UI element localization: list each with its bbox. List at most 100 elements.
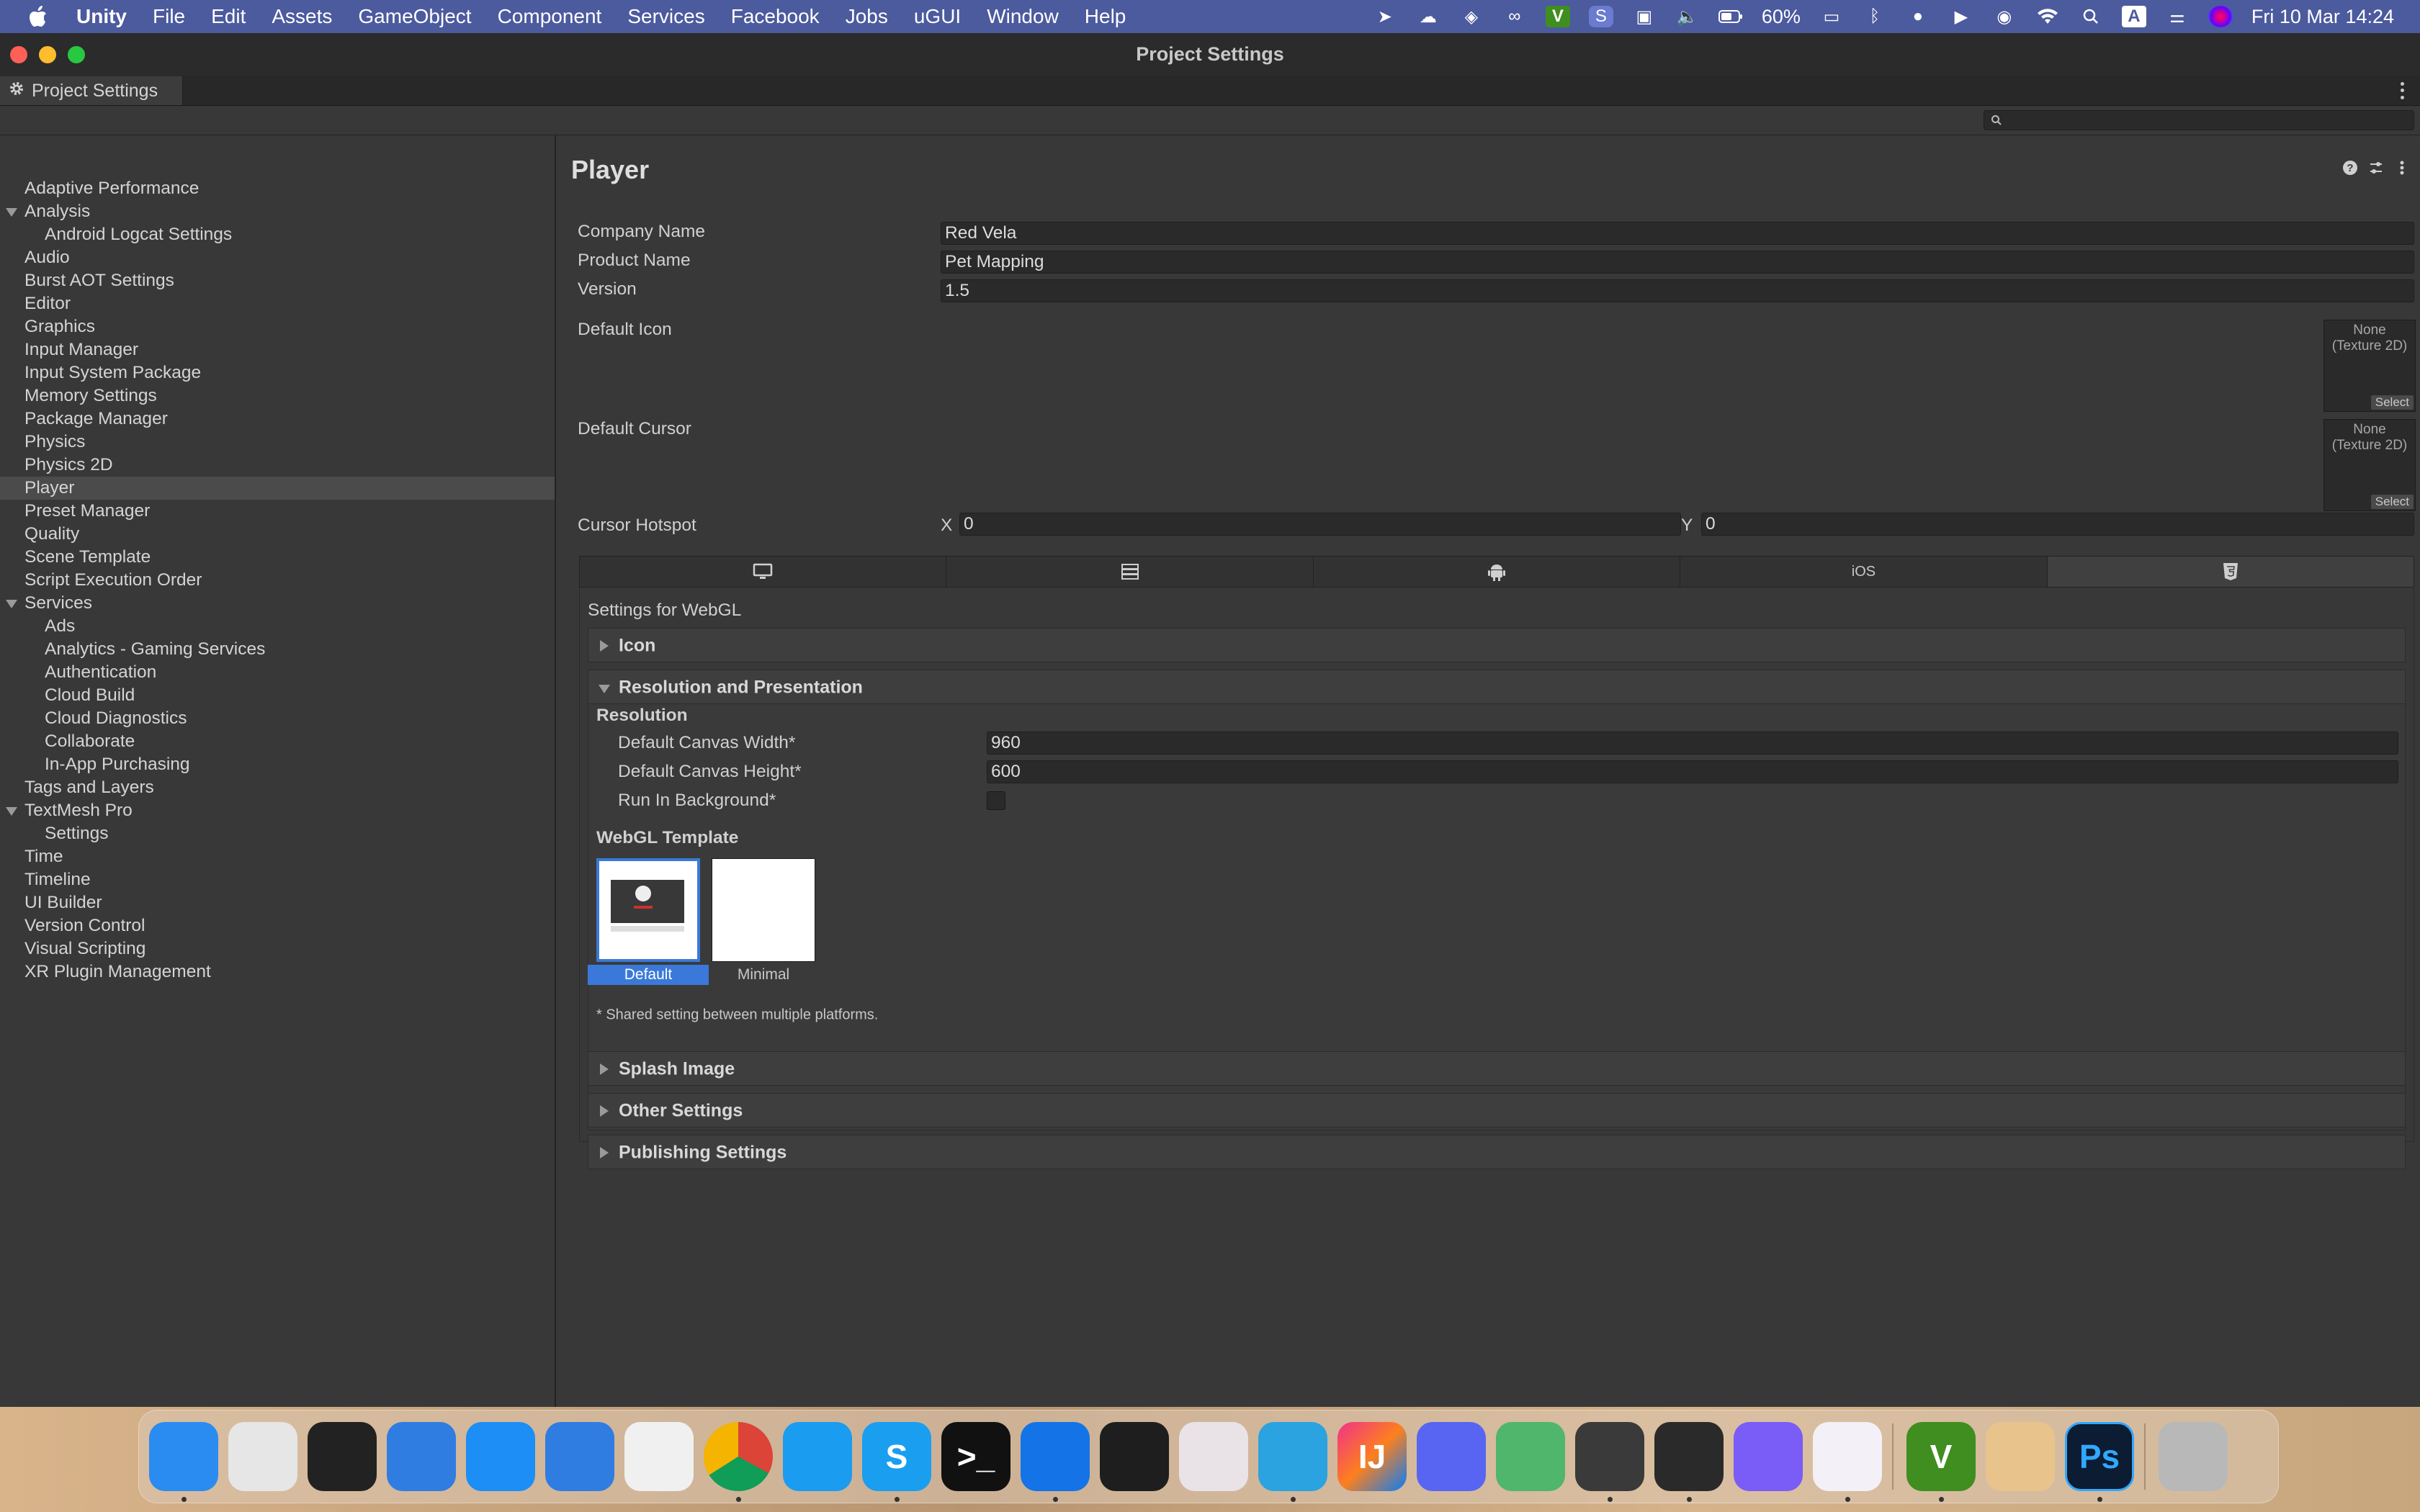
sidebar-item-input-manager[interactable]: Input Manager: [0, 338, 555, 361]
sidebar-item-editor[interactable]: Editor: [0, 292, 555, 315]
sidebar-item-collaborate[interactable]: Collaborate: [0, 730, 555, 753]
sidebar-item-version-control[interactable]: Version Control: [0, 914, 555, 937]
dock-telegram-icon[interactable]: [1258, 1422, 1327, 1491]
canvas-width-field[interactable]: [987, 732, 2398, 755]
settings-search-input[interactable]: [1984, 110, 2414, 130]
dock-trash-icon[interactable]: [2159, 1422, 2228, 1491]
sidebar-item-audio[interactable]: Audio: [0, 246, 555, 269]
menu-edit[interactable]: Edit: [211, 5, 246, 28]
dock-xcode-beta-icon[interactable]: [545, 1422, 614, 1491]
menu-services[interactable]: Services: [627, 5, 704, 28]
sidebar-item-adaptive-performance[interactable]: Adaptive Performance: [0, 177, 555, 200]
menu-file[interactable]: File: [153, 5, 185, 28]
dock-mission-control-icon[interactable]: [308, 1422, 377, 1491]
tab-android[interactable]: [1314, 557, 1681, 587]
template-default-thumbnail[interactable]: [596, 858, 700, 962]
publishing-settings-foldout[interactable]: Publishing Settings: [588, 1135, 2406, 1169]
sidebar-item-cloud-build[interactable]: Cloud Build: [0, 684, 555, 707]
sidebar-item-time[interactable]: Time: [0, 845, 555, 868]
tab-dedicated-server[interactable]: [946, 557, 1314, 587]
tab-ios[interactable]: iOS: [1680, 557, 2048, 587]
sidebar-item-authentication[interactable]: Authentication: [0, 661, 555, 684]
sidebar-item-scene-template[interactable]: Scene Template: [0, 546, 555, 569]
dock-unity-icon[interactable]: [1654, 1422, 1724, 1491]
apple-menu-icon[interactable]: [26, 6, 50, 27]
menu-assets[interactable]: Assets: [272, 5, 332, 28]
user-icon[interactable]: ●: [1906, 6, 1930, 27]
other-settings-foldout[interactable]: Other Settings: [588, 1093, 2406, 1128]
product-name-field[interactable]: [941, 251, 2414, 274]
dock-discord-icon[interactable]: [1417, 1422, 1486, 1491]
sidebar-item-android-logcat-settings[interactable]: Android Logcat Settings: [0, 223, 555, 246]
sidebar-item-memory-settings[interactable]: Memory Settings: [0, 384, 555, 408]
dock-terminal-icon[interactable]: >_: [941, 1422, 1010, 1491]
sidebar-item-xr-plugin-management[interactable]: XR Plugin Management: [0, 960, 555, 984]
sidebar-item-input-system-package[interactable]: Input System Package: [0, 361, 555, 384]
dock-xcode-icon[interactable]: [387, 1422, 456, 1491]
sidebar-item-textmesh-settings[interactable]: Settings: [0, 822, 555, 845]
run-in-background-checkbox[interactable]: [987, 791, 1005, 810]
dock-messenger-icon[interactable]: [1734, 1422, 1803, 1491]
dock-intellij-icon[interactable]: IJ: [1337, 1422, 1407, 1491]
sidebar-item-physics-2d[interactable]: Physics 2D: [0, 454, 555, 477]
menu-gameobject[interactable]: GameObject: [358, 5, 471, 28]
template-minimal-label[interactable]: Minimal: [709, 965, 818, 985]
dock-unity-hub-icon[interactable]: [1575, 1422, 1644, 1491]
sidebar-item-preset-manager[interactable]: Preset Manager: [0, 500, 555, 523]
icon-foldout[interactable]: Icon: [588, 628, 2406, 662]
skype-tray-icon[interactable]: S: [1588, 6, 1613, 27]
input-source-icon[interactable]: A: [2121, 6, 2146, 27]
dock-photoshop-icon[interactable]: Ps: [2065, 1422, 2134, 1491]
control-center-icon[interactable]: ⚌: [2165, 6, 2190, 27]
creative-cloud-icon[interactable]: ∞: [1502, 6, 1527, 27]
sidebar-item-textmesh-pro[interactable]: TextMesh Pro: [0, 799, 555, 822]
dock-android-studio-icon[interactable]: [1496, 1422, 1565, 1491]
dock-safari-icon[interactable]: [783, 1422, 852, 1491]
cloud-sync-icon[interactable]: ☁: [1416, 6, 1440, 27]
resolution-foldout[interactable]: Resolution and Presentation: [588, 670, 2406, 704]
canvas-height-field[interactable]: [987, 760, 2398, 783]
sidebar-item-services[interactable]: Services: [0, 592, 555, 615]
dock-instruments-icon[interactable]: [624, 1422, 694, 1491]
sidebar-item-analytics[interactable]: Analytics - Gaming Services: [0, 638, 555, 661]
menu-app-unity[interactable]: Unity: [76, 5, 127, 28]
sidebar-item-package-manager[interactable]: Package Manager: [0, 408, 555, 431]
dock-figma-icon[interactable]: [1100, 1422, 1169, 1491]
display-icon[interactable]: ▭: [1819, 6, 1844, 27]
hotspot-y-field[interactable]: [1701, 513, 2414, 536]
sidebar-item-cloud-diagnostics[interactable]: Cloud Diagnostics: [0, 707, 555, 730]
default-cursor-select-button[interactable]: Select: [2370, 495, 2414, 509]
version-field[interactable]: [941, 279, 2414, 302]
dock-sourcetree-icon[interactable]: [1021, 1422, 1090, 1491]
sidebar-item-player[interactable]: Player: [0, 477, 555, 500]
menu-facebook[interactable]: Facebook: [731, 5, 820, 28]
hotspot-x-field[interactable]: [959, 513, 1681, 536]
dock-visual-studio-icon[interactable]: [1813, 1422, 1882, 1491]
menu-window[interactable]: Window: [987, 5, 1059, 28]
sidebar-item-ui-builder[interactable]: UI Builder: [0, 891, 555, 914]
sidebar-item-in-app-purchasing[interactable]: In-App Purchasing: [0, 753, 555, 776]
company-name-field[interactable]: [941, 222, 2414, 245]
spotlight-search-icon[interactable]: [2079, 6, 2103, 27]
dock-app-store-icon[interactable]: [466, 1422, 535, 1491]
menu-component[interactable]: Component: [498, 5, 602, 28]
wifi-icon[interactable]: [2035, 6, 2060, 27]
dock-chrome-icon[interactable]: [704, 1422, 773, 1491]
more-options-icon[interactable]: [2394, 160, 2410, 176]
sidebar-item-tags-and-layers[interactable]: Tags and Layers: [0, 776, 555, 799]
menu-jobs[interactable]: Jobs: [846, 5, 888, 28]
template-minimal-thumbnail[interactable]: [712, 858, 815, 962]
unity-cube-icon[interactable]: ◈: [1459, 6, 1484, 27]
sidebar-item-script-execution-order[interactable]: Script Execution Order: [0, 569, 555, 592]
sidebar-item-visual-scripting[interactable]: Visual Scripting: [0, 937, 555, 960]
sidebar-item-ads[interactable]: Ads: [0, 615, 555, 638]
default-icon-select-button[interactable]: Select: [2370, 395, 2414, 410]
menu-help[interactable]: Help: [1085, 5, 1126, 28]
expand-arrow-icon[interactable]: [6, 807, 17, 816]
dock-finder-icon[interactable]: [149, 1422, 218, 1491]
tab-project-settings[interactable]: Project Settings: [0, 76, 183, 105]
bluetooth-icon[interactable]: ᛒ: [1863, 6, 1887, 27]
sidebar-item-physics[interactable]: Physics: [0, 431, 555, 454]
vim-tray-icon[interactable]: V: [1545, 6, 1570, 27]
volume-icon[interactable]: 🔈: [1675, 6, 1700, 27]
